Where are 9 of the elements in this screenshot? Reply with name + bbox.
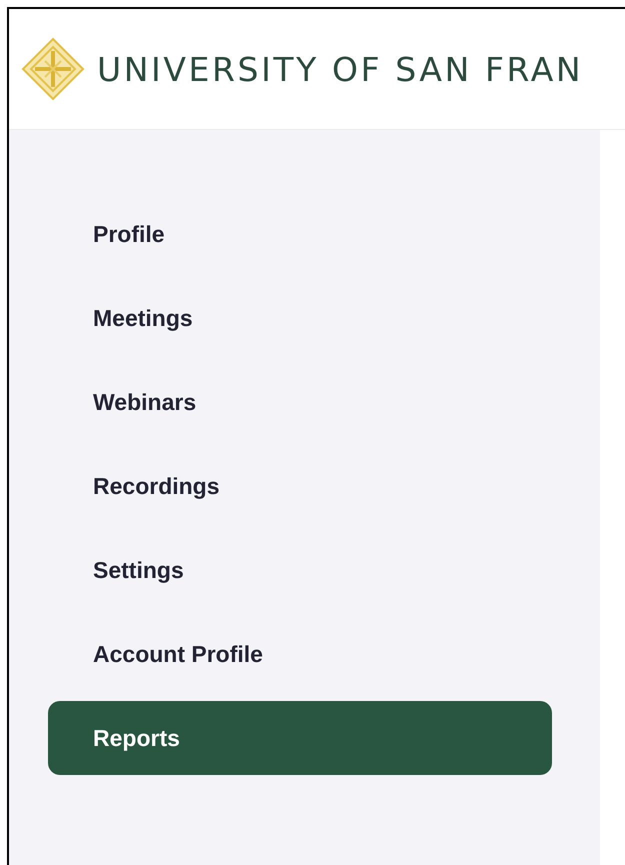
sidebar-item[interactable]: Reports bbox=[48, 701, 552, 775]
sidebar-item[interactable]: Webinars bbox=[48, 365, 552, 439]
sidebar-item[interactable]: Recordings bbox=[48, 449, 552, 523]
sidebar-item[interactable]: Settings bbox=[48, 533, 552, 607]
sidebar-item[interactable]: Account Profile bbox=[48, 617, 552, 691]
university-logo-text: UNIVERSITY OF SAN FRAN bbox=[97, 50, 584, 88]
sidebar-item[interactable]: Meetings bbox=[48, 281, 552, 355]
sidebar-item[interactable]: Profile bbox=[48, 197, 552, 271]
cross-diamond-logo-icon bbox=[21, 37, 85, 101]
